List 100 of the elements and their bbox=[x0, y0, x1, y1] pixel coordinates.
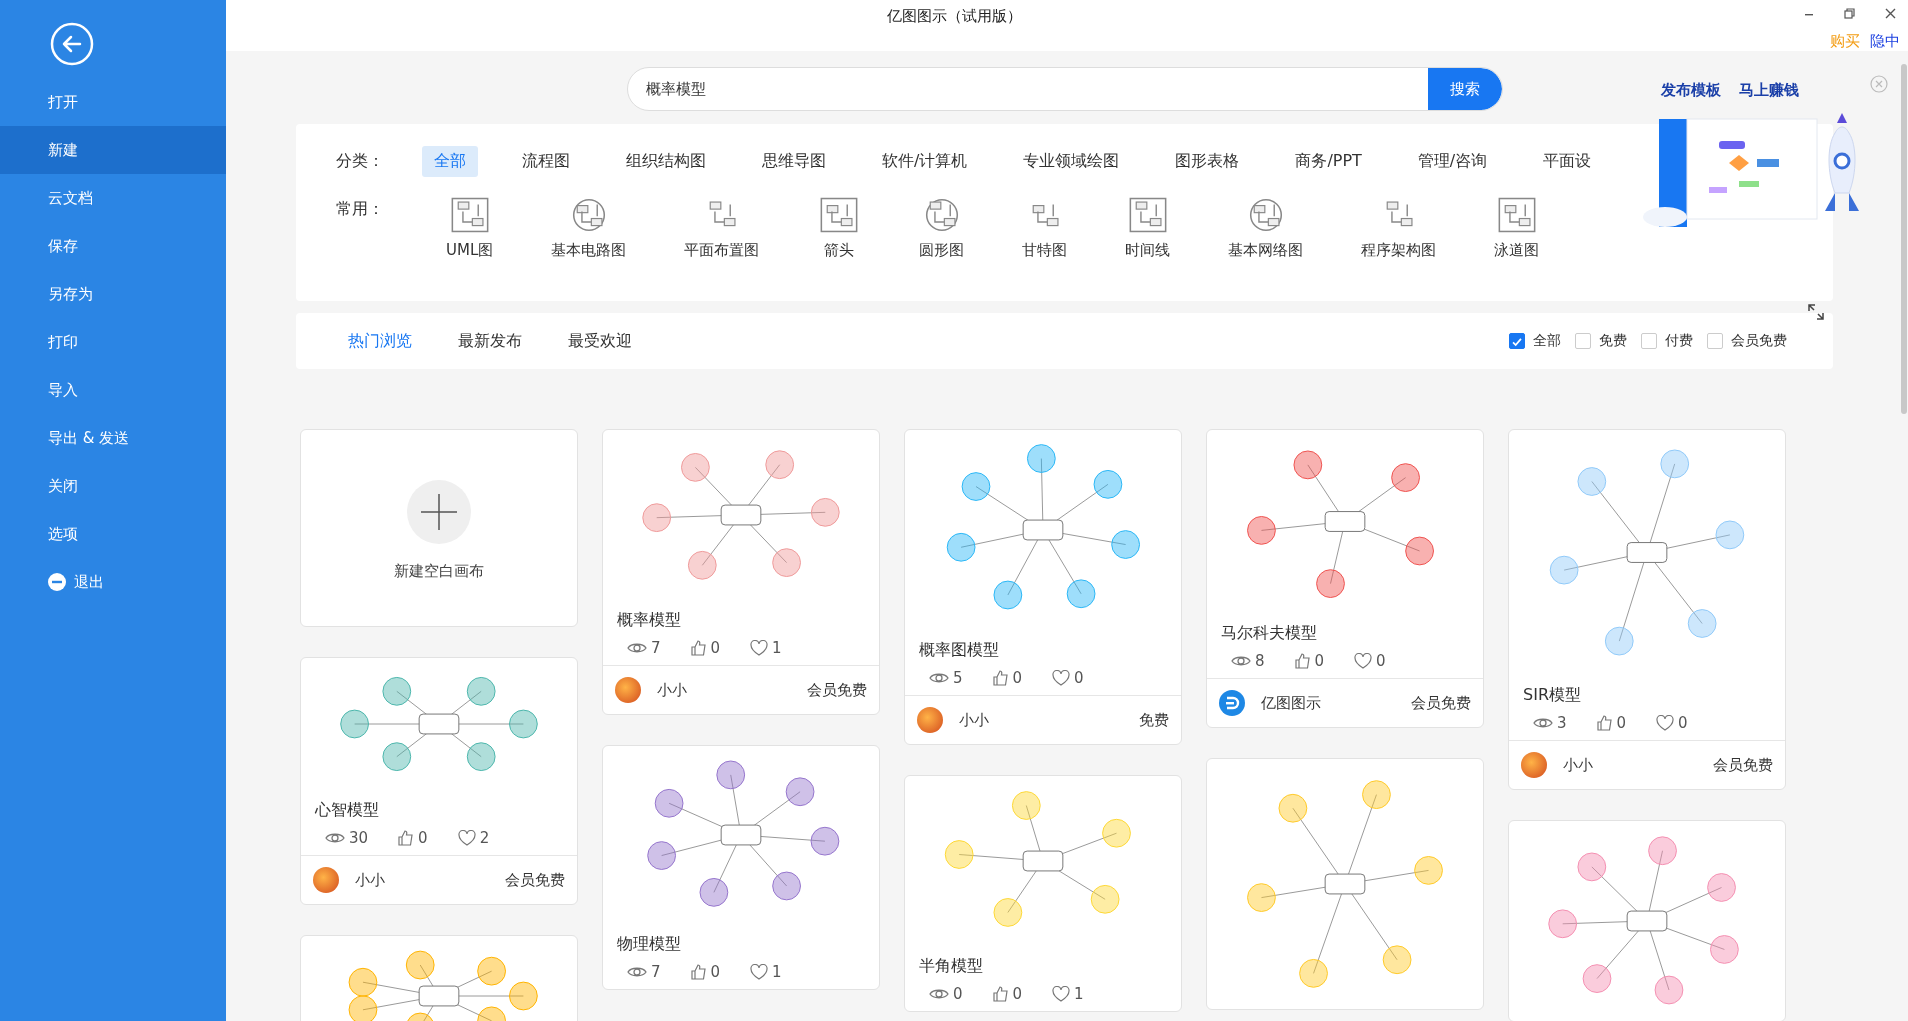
diagram-type-link[interactable]: 时间线 bbox=[1125, 241, 1171, 260]
filter-checkbox[interactable] bbox=[1707, 333, 1723, 349]
heart-icon[interactable] bbox=[1354, 653, 1373, 669]
price-label: 会员免费 bbox=[505, 870, 565, 890]
like-count: 0 bbox=[1616, 714, 1627, 732]
diagram-type-link[interactable]: 箭头 bbox=[824, 241, 855, 260]
template-card[interactable]: 概率图模型 5 0 0 小小 免费 bbox=[904, 429, 1182, 745]
diagram-type-link[interactable]: 基本电路图 bbox=[551, 241, 627, 260]
sidebar-item[interactable]: 打开 bbox=[0, 78, 226, 126]
thumbs-up-icon[interactable] bbox=[1294, 653, 1311, 669]
template-card[interactable]: SIR模型 3 0 0 小小 会员免费 bbox=[1508, 429, 1786, 790]
category-tab[interactable]: 组织结构图 bbox=[614, 146, 718, 177]
template-title: SIR模型 bbox=[1522, 684, 1582, 706]
like-count: 0 bbox=[1012, 985, 1023, 1003]
sidebar-item[interactable]: 保存 bbox=[0, 222, 226, 270]
browse-tab[interactable]: 热门浏览 bbox=[348, 330, 412, 352]
category-tab[interactable]: 专业领域绘图 bbox=[1011, 146, 1132, 177]
like-count: 0 bbox=[1012, 669, 1023, 687]
favorite-count: 1 bbox=[772, 963, 782, 981]
eye-icon bbox=[627, 641, 647, 655]
heart-icon[interactable] bbox=[1052, 986, 1071, 1002]
heart-icon[interactable] bbox=[750, 640, 769, 656]
heart-icon[interactable] bbox=[457, 830, 476, 846]
diagram-type-link[interactable]: 甘特图 bbox=[1022, 241, 1068, 260]
thumbs-up-icon[interactable] bbox=[398, 830, 415, 846]
sidebar-item[interactable]: 云文档 bbox=[0, 174, 226, 222]
exit-menu-item[interactable]: 退出 bbox=[0, 558, 226, 606]
filter-checkbox[interactable] bbox=[1641, 333, 1657, 349]
template-title: 半角模型 bbox=[918, 955, 984, 977]
heart-icon[interactable] bbox=[1052, 670, 1071, 686]
scrollbar[interactable] bbox=[1901, 64, 1907, 414]
eye-icon bbox=[325, 831, 345, 845]
eye-icon bbox=[1231, 654, 1251, 668]
category-tab[interactable]: 全部 bbox=[422, 146, 478, 177]
plus-icon bbox=[407, 480, 471, 544]
filter-checkbox[interactable] bbox=[1509, 333, 1525, 349]
common-label: 常用： bbox=[336, 199, 384, 220]
promo-link[interactable]: 马上赚钱 bbox=[1739, 81, 1799, 100]
category-tab[interactable]: 图形表格 bbox=[1163, 146, 1252, 177]
favorite-count: 0 bbox=[1678, 714, 1688, 732]
browse-tab[interactable]: 最受欢迎 bbox=[568, 330, 632, 352]
template-card[interactable]: 半角模型 0 0 1 bbox=[904, 775, 1182, 1012]
favorite-count: 1 bbox=[772, 639, 782, 657]
sidebar-item[interactable]: 新建 bbox=[0, 126, 226, 174]
category-tab[interactable]: 流程图 bbox=[510, 146, 582, 177]
thumbs-up-icon[interactable] bbox=[992, 986, 1009, 1002]
sidebar-item[interactable]: 另存为 bbox=[0, 270, 226, 318]
expand-icon[interactable] bbox=[1807, 303, 1825, 321]
template-card[interactable]: 马尔科夫模型 8 0 0 亿图图示 会员免费 bbox=[1206, 429, 1484, 728]
template-card[interactable]: 概率模型 7 0 1 小小 会员免费 bbox=[602, 429, 880, 715]
diagram-type-link[interactable]: 程序架构图 bbox=[1361, 241, 1437, 260]
price-label: 免费 bbox=[1139, 710, 1169, 730]
favorite-count: 0 bbox=[1376, 652, 1386, 670]
sidebar-item[interactable]: 导出 & 发送 bbox=[0, 414, 226, 462]
sidebar-item[interactable]: 关闭 bbox=[0, 462, 226, 510]
author-name: 小小 bbox=[657, 680, 687, 700]
view-count: 7 bbox=[651, 639, 661, 657]
category-tab[interactable]: 平面设 bbox=[1531, 146, 1604, 177]
category-tab[interactable]: 商务/PPT bbox=[1283, 146, 1374, 177]
search-button[interactable]: 搜索 bbox=[1427, 68, 1502, 110]
diagram-type-link[interactable]: 圆形图 bbox=[919, 241, 965, 260]
like-count: 0 bbox=[1314, 652, 1325, 670]
search-field[interactable]: 概率模型 搜索 bbox=[626, 67, 1503, 111]
close-icon[interactable] bbox=[1885, 8, 1896, 19]
back-icon[interactable] bbox=[50, 22, 94, 66]
filter-checkbox[interactable] bbox=[1575, 333, 1591, 349]
template-title: 物理模型 bbox=[616, 933, 682, 955]
sidebar-item[interactable]: 打印 bbox=[0, 318, 226, 366]
thumbs-up-icon[interactable] bbox=[992, 670, 1009, 686]
category-tab[interactable]: 管理/咨询 bbox=[1405, 146, 1500, 177]
new-blank-canvas-button[interactable]: 新建空白画布 bbox=[300, 429, 578, 627]
header-link[interactable]: 隐中 bbox=[1870, 32, 1900, 51]
diagram-type-link[interactable]: 泳道图 bbox=[1494, 241, 1540, 260]
heart-icon[interactable] bbox=[750, 964, 769, 980]
view-count: 0 bbox=[953, 985, 963, 1003]
diagram-type-link[interactable]: UML图 bbox=[446, 241, 494, 260]
thumbs-up-icon[interactable] bbox=[690, 964, 707, 980]
template-card[interactable]: 心智模型 30 0 2 小小 会员免费 bbox=[300, 657, 578, 905]
author-name: 小小 bbox=[1563, 755, 1593, 775]
category-tab[interactable]: 思维导图 bbox=[750, 146, 838, 177]
avatar bbox=[615, 677, 641, 703]
filter-label: 付费 bbox=[1665, 332, 1693, 350]
sidebar-item[interactable]: 导入 bbox=[0, 366, 226, 414]
eye-icon bbox=[929, 987, 949, 1001]
thumbs-up-icon[interactable] bbox=[1596, 715, 1613, 731]
category-label: 分类： bbox=[336, 151, 384, 172]
template-card[interactable]: 物理模型 7 0 1 bbox=[602, 745, 880, 990]
promo-link[interactable]: 发布模板 bbox=[1661, 81, 1721, 100]
diagram-type-link[interactable]: 平面布置图 bbox=[684, 241, 760, 260]
diagram-type-link[interactable]: 基本网络图 bbox=[1228, 241, 1304, 260]
thumbs-up-icon[interactable] bbox=[690, 640, 707, 656]
restore-icon[interactable] bbox=[1844, 8, 1855, 19]
avatar bbox=[313, 867, 339, 893]
sidebar-item[interactable]: 选项 bbox=[0, 510, 226, 558]
price-label: 会员免费 bbox=[1713, 755, 1773, 775]
browse-tab[interactable]: 最新发布 bbox=[458, 330, 522, 352]
favorite-count: 0 bbox=[1074, 669, 1084, 687]
heart-icon[interactable] bbox=[1656, 715, 1675, 731]
like-count: 0 bbox=[710, 639, 721, 657]
category-tab[interactable]: 软件/计算机 bbox=[870, 146, 980, 177]
